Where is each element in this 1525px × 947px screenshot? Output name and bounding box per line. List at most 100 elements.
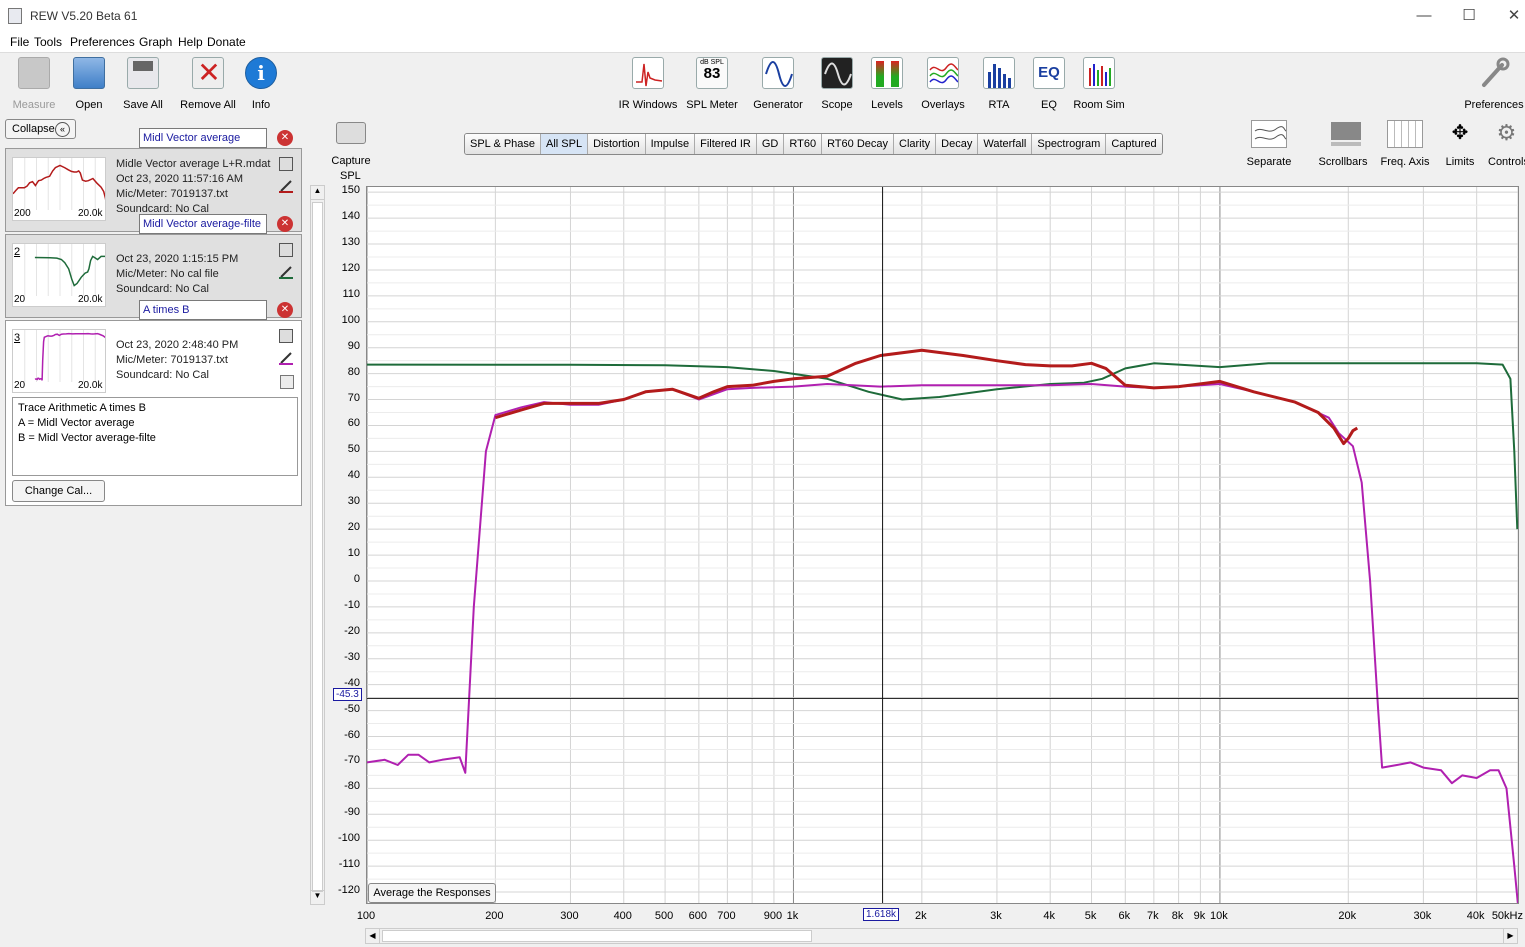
measurement-info: Oct 23, 2020 2:48:40 PM Mic/Meter: 70191… bbox=[116, 339, 239, 381]
limits-button[interactable]: ✥ Limits bbox=[1440, 120, 1480, 168]
menu-preferences[interactable]: Preferences bbox=[70, 35, 135, 49]
menu-help[interactable]: Help bbox=[178, 35, 203, 49]
y-tick-label: 90 bbox=[347, 339, 360, 352]
camera-icon bbox=[336, 122, 366, 144]
scroll-left-icon[interactable]: ◀ bbox=[366, 929, 380, 943]
tab-spectrogram[interactable]: Spectrogram bbox=[1032, 134, 1107, 154]
save-all-button[interactable]: Save All bbox=[121, 57, 165, 111]
graph-tabs: SPL & Phase All SPL Distortion Impulse Filte… bbox=[464, 133, 1163, 155]
info-button[interactable]: i Info bbox=[244, 57, 278, 111]
spl-meter-button[interactable]: dB SPL 83 SPL Meter bbox=[686, 57, 738, 111]
tab-clarity[interactable]: Clarity bbox=[894, 134, 937, 154]
x-tick-label: 9k bbox=[1193, 910, 1206, 922]
remove-measurement-3-icon[interactable]: ✕ bbox=[277, 302, 293, 318]
y-tick-label: 110 bbox=[342, 287, 360, 300]
measurement-1-name[interactable]: Midl Vector average bbox=[139, 128, 267, 148]
change-cal-button[interactable]: Change Cal... bbox=[12, 480, 105, 502]
room-sim-button[interactable]: Room Sim bbox=[1072, 57, 1126, 111]
y-tick-label: -60 bbox=[344, 728, 360, 741]
tab-filtered-ir[interactable]: Filtered IR bbox=[695, 134, 757, 154]
generator-button[interactable]: Generator bbox=[752, 57, 804, 111]
menu-file[interactable]: File bbox=[10, 35, 29, 49]
edit-icon[interactable] bbox=[279, 157, 293, 171]
vertical-scrollbar[interactable]: ▲ ▼ bbox=[310, 185, 325, 905]
x-tick-label: 3k bbox=[990, 910, 1002, 922]
tab-waterfall[interactable]: Waterfall bbox=[978, 134, 1033, 154]
measurement-3-name[interactable]: A times B bbox=[139, 300, 267, 320]
y-tick-label: -70 bbox=[344, 754, 360, 767]
vertical-scroll-thumb[interactable] bbox=[312, 202, 323, 892]
scroll-right-icon[interactable]: ▶ bbox=[1503, 929, 1517, 943]
average-responses-button[interactable]: Average the Responses bbox=[368, 883, 496, 903]
y-tick-label: -100 bbox=[337, 832, 360, 845]
remove-measurement-1-icon[interactable]: ✕ bbox=[277, 130, 293, 146]
y-tick-label: 140 bbox=[341, 210, 360, 223]
remove-icon: ✕ bbox=[192, 57, 224, 89]
x-tick-label: 700 bbox=[717, 910, 736, 922]
maximize-icon[interactable]: ☐ bbox=[1458, 6, 1480, 26]
tab-rt60[interactable]: RT60 bbox=[784, 134, 823, 154]
scrollbars-icon bbox=[1325, 120, 1361, 148]
rta-button[interactable]: RTA bbox=[982, 57, 1016, 111]
line-color-icon[interactable] bbox=[279, 351, 293, 365]
capture-button[interactable]: Capture bbox=[330, 122, 372, 167]
open-button[interactable]: Open bbox=[70, 57, 108, 111]
tab-distortion[interactable]: Distortion bbox=[588, 134, 646, 154]
measurement-notes[interactable]: Trace Arithmetic A times B A = Midl Vect… bbox=[12, 397, 298, 476]
tab-impulse[interactable]: Impulse bbox=[645, 134, 696, 154]
y-tick-label: -110 bbox=[338, 858, 360, 871]
separate-button[interactable]: Separate bbox=[1243, 120, 1295, 168]
spl-chart[interactable] bbox=[366, 186, 1519, 904]
x-tick-label: 900 bbox=[763, 910, 783, 922]
controls-button[interactable]: ⚙ Controls bbox=[1488, 120, 1525, 168]
horizontal-scroll-thumb[interactable] bbox=[382, 930, 812, 942]
remove-all-button[interactable]: ✕ Remove All bbox=[179, 57, 237, 111]
folder-icon bbox=[73, 57, 105, 89]
series-line bbox=[367, 383, 1518, 903]
y-tick-label: 150 bbox=[341, 184, 360, 197]
rta-icon bbox=[983, 57, 1015, 89]
notes-icon[interactable] bbox=[280, 375, 294, 389]
scrollbars-button[interactable]: Scrollbars bbox=[1315, 120, 1371, 168]
menu-tools[interactable]: Tools bbox=[34, 35, 62, 49]
info-icon: i bbox=[245, 57, 277, 89]
y-tick-label: 60 bbox=[347, 417, 360, 430]
y-tick-label: 30 bbox=[347, 495, 360, 508]
ir-windows-button[interactable]: IR Windows bbox=[618, 57, 678, 111]
scroll-down-icon[interactable]: ▼ bbox=[311, 890, 324, 904]
tab-spl-phase[interactable]: SPL & Phase bbox=[465, 134, 542, 154]
tab-gd[interactable]: GD bbox=[756, 134, 785, 154]
edit-icon[interactable] bbox=[279, 243, 293, 257]
measurement-2-name[interactable]: Midl Vector average-filte bbox=[139, 214, 267, 234]
minimize-icon[interactable]: — bbox=[1413, 6, 1435, 26]
measure-button[interactable]: Measure bbox=[12, 57, 56, 111]
freq-axis-button[interactable]: Freq. Axis bbox=[1378, 120, 1432, 168]
tab-decay[interactable]: Decay bbox=[936, 134, 979, 154]
y-tick-label: 20 bbox=[347, 521, 360, 534]
scope-button[interactable]: Scope bbox=[818, 57, 856, 111]
eq-button[interactable]: EQ EQ bbox=[1032, 57, 1066, 111]
x-tick-label: 200 bbox=[485, 910, 504, 922]
x-tick-label: 30k bbox=[1413, 910, 1432, 922]
scroll-up-icon[interactable]: ▲ bbox=[311, 186, 324, 200]
menu-donate[interactable]: Donate bbox=[207, 35, 246, 49]
close-icon[interactable]: ✕ bbox=[1503, 6, 1525, 26]
x-tick-label: 100 bbox=[356, 910, 376, 922]
horizontal-scrollbar[interactable]: ◀ ▶ bbox=[365, 928, 1518, 944]
collapse-button[interactable]: Collapse « bbox=[5, 119, 76, 139]
overlays-button[interactable]: Overlays bbox=[918, 57, 968, 111]
x-tick-label: 500 bbox=[654, 910, 674, 922]
menu-graph[interactable]: Graph bbox=[139, 35, 172, 49]
preferences-button[interactable]: Preferences bbox=[1464, 57, 1524, 111]
tab-all-spl[interactable]: All SPL bbox=[541, 134, 589, 154]
levels-button[interactable]: Levels bbox=[868, 57, 906, 111]
edit-icon[interactable] bbox=[279, 329, 293, 343]
cursor-y-readout: -45.3 bbox=[333, 688, 362, 701]
tab-rt60-decay[interactable]: RT60 Decay bbox=[822, 134, 894, 154]
tab-captured[interactable]: Captured bbox=[1106, 134, 1162, 154]
remove-measurement-2-icon[interactable]: ✕ bbox=[277, 216, 293, 232]
line-color-icon[interactable] bbox=[279, 179, 293, 193]
x-tick-label: 6k bbox=[1118, 910, 1131, 922]
line-color-icon[interactable] bbox=[279, 265, 293, 279]
y-tick-label: 120 bbox=[341, 261, 360, 274]
